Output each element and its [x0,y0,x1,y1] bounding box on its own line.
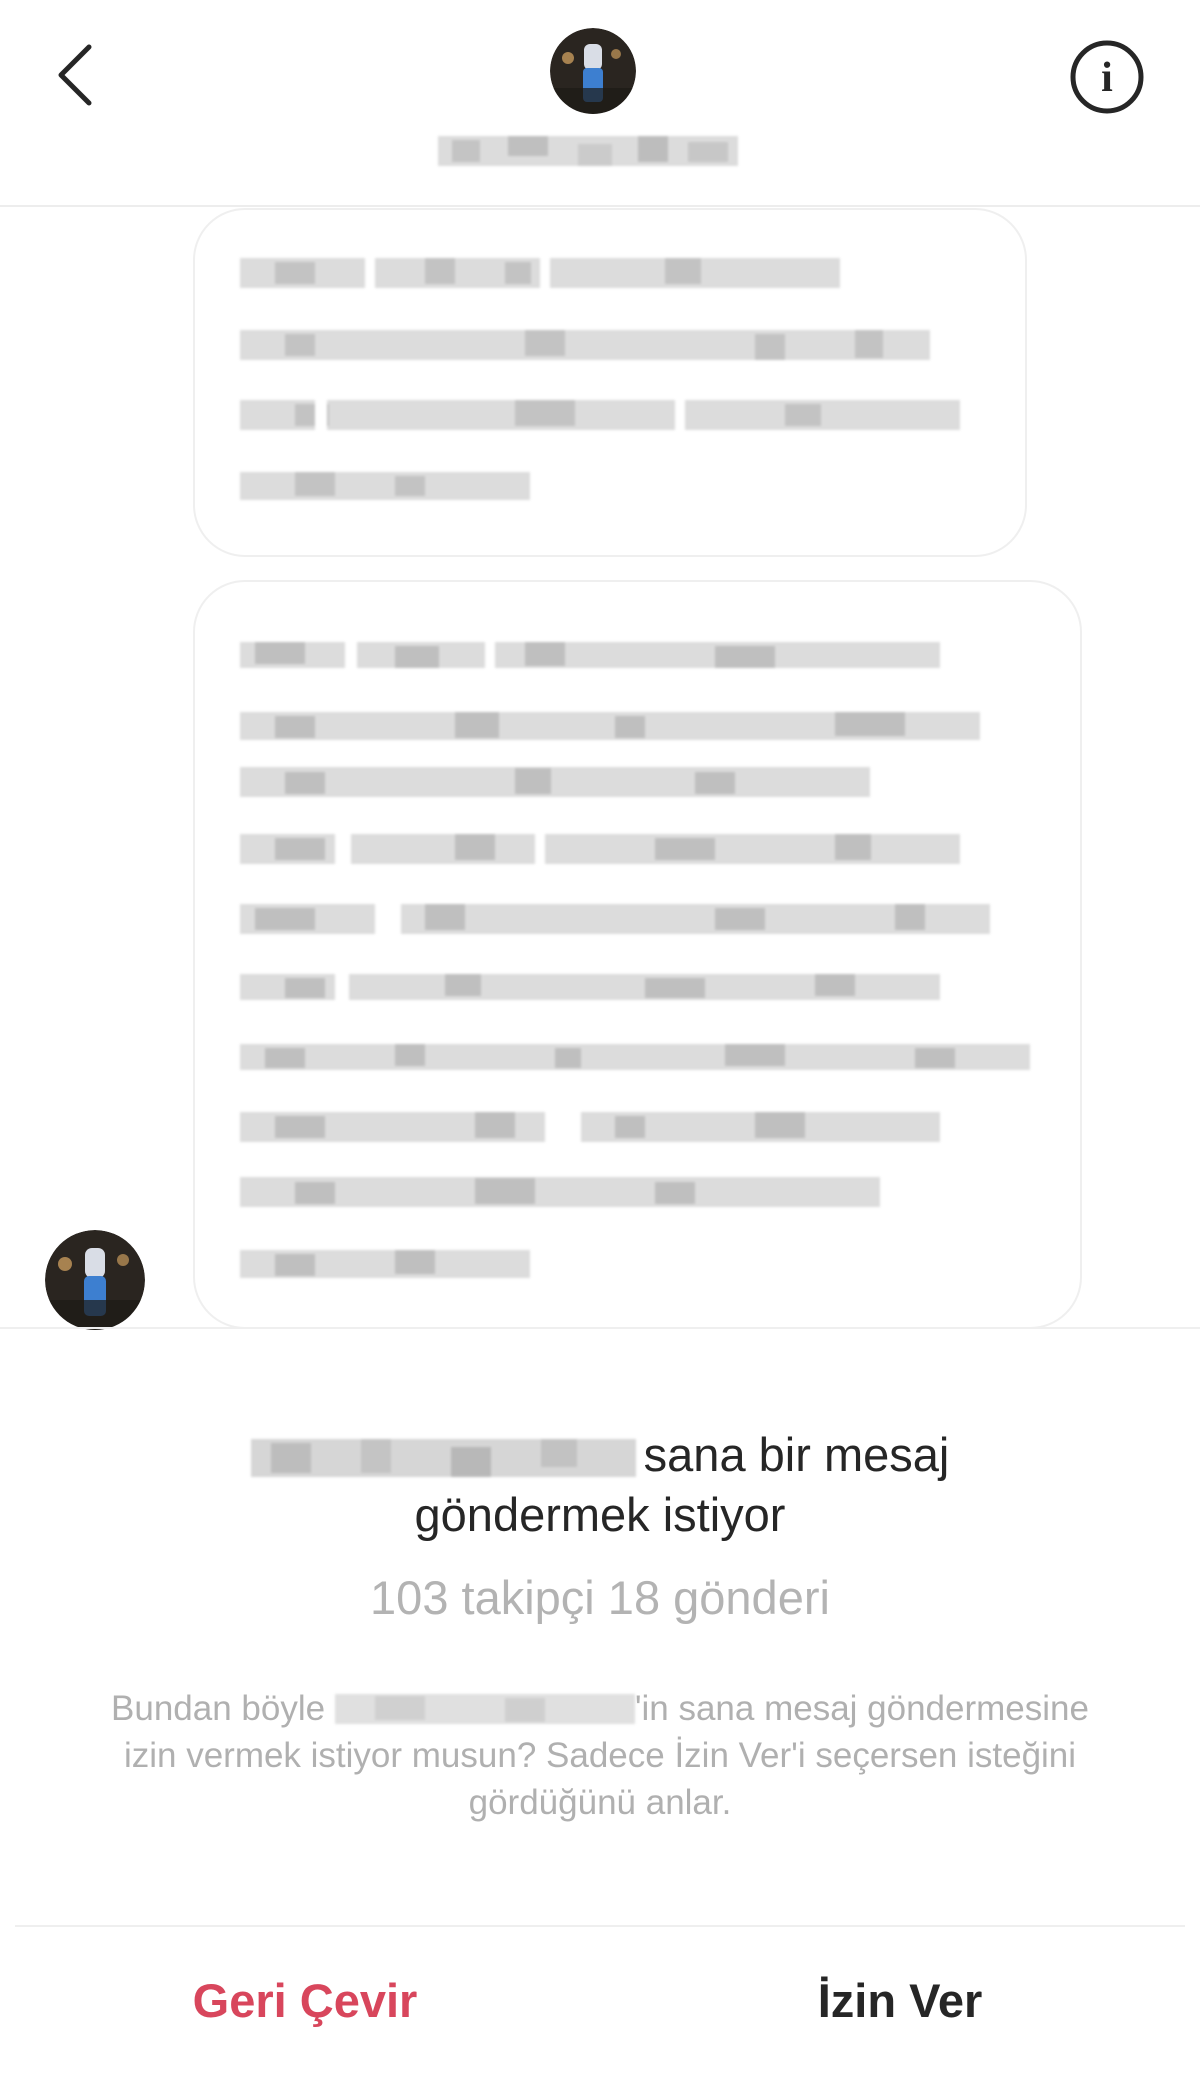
back-button[interactable] [40,30,110,120]
request-message-line2: göndermek istiyor [414,1488,786,1541]
message-text-redacted [240,258,960,500]
svg-text:i: i [1101,55,1113,101]
allow-button[interactable]: İzin Ver [760,1960,1040,2040]
request-title: sana bir mesaj göndermek istiyor [0,1425,1200,1545]
chevron-left-icon [58,44,92,106]
requester-nickname-redacted [334,1691,635,1725]
requester-stats: 103 takipçi 18 gönderi [370,1571,830,1624]
requester-name-redacted [250,1433,636,1481]
info-button[interactable]: i [1065,35,1149,119]
sender-avatar[interactable] [45,1230,145,1330]
request-message-line1: sana bir mesaj [643,1428,950,1481]
avatar[interactable] [550,28,636,114]
message-bubble[interactable] [193,580,1082,1329]
message-text-redacted [240,642,1030,1278]
divider [15,1925,1185,1927]
conversation-header: i [0,0,1200,207]
username-redacted [438,132,748,172]
info-icon: i [1070,40,1144,114]
message-bubble[interactable] [193,208,1027,557]
decline-button[interactable]: Geri Çevir [140,1960,470,2040]
divider [0,1327,1200,1329]
request-description: Bundan böyle 'in sana mesaj göndermesine… [111,1689,1089,1822]
